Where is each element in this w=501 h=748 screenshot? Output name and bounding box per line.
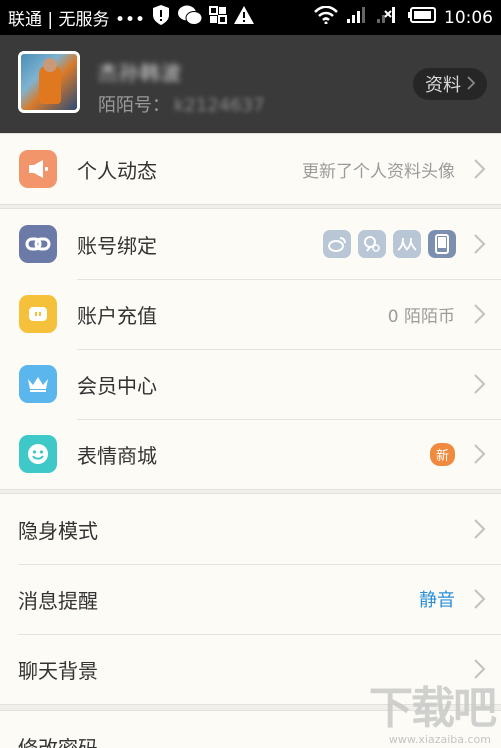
battery-icon — [408, 7, 436, 28]
carrier-text: 联通 | 无服务 ••• — [8, 10, 146, 30]
menu-item-label: 表情商城 — [77, 443, 157, 468]
link-icon — [19, 225, 57, 263]
menu-item-label: 会员中心 — [77, 373, 157, 398]
profile-id-value: k2124637 — [174, 95, 265, 116]
menu-item-emoji-store[interactable]: 表情商城 新 — [0, 419, 501, 489]
menu-item-label: 个人动态 — [77, 158, 157, 183]
watermark-url: www.xiazaiba.com — [388, 733, 491, 746]
grid-app-icon — [209, 6, 228, 29]
renren-icon — [393, 230, 421, 258]
chevron-right-icon — [473, 156, 487, 182]
chevron-right-icon — [473, 371, 487, 397]
profile-name: 杰孙韩波 — [98, 61, 182, 85]
wallet-icon — [19, 295, 57, 333]
phone-icon — [428, 230, 456, 258]
menu-item-label: 聊天背景 — [18, 658, 98, 683]
profile-id-label: 陌陌号： — [98, 95, 170, 116]
status-bar: 联通 | 无服务 ••• 10:06 — [0, 0, 501, 35]
chevron-right-icon — [473, 516, 487, 542]
chevron-right-icon — [473, 441, 487, 467]
weibo-icon — [323, 230, 351, 258]
tencent-weibo-icon — [358, 230, 386, 258]
chevron-right-icon — [473, 301, 487, 327]
profile-detail-label: 资料 — [425, 75, 461, 96]
profile-id: 陌陌号： k2124637 — [98, 91, 265, 117]
megaphone-icon — [19, 150, 57, 188]
menu-item-account-binding[interactable]: 账号绑定 — [0, 209, 501, 279]
menu-item-label: 修改密码 — [18, 735, 98, 748]
menu-item-label: 隐身模式 — [18, 518, 98, 543]
signal-icon — [346, 6, 368, 29]
menu-item-vip-center[interactable]: 会员中心 — [0, 349, 501, 419]
clock-text: 10:06 — [444, 7, 493, 28]
new-badge: 新 — [429, 443, 455, 466]
warning-icon — [233, 5, 255, 30]
smiley-icon — [19, 435, 57, 473]
avatar[interactable] — [18, 51, 80, 113]
menu-item-recharge[interactable]: 账户充值 0 陌陌币 — [0, 279, 501, 349]
menu-item-notifications[interactable]: 消息提醒 静音 — [0, 564, 501, 634]
watermark-logo: 下载吧 — [369, 683, 497, 734]
menu-item-personal-dynamic[interactable]: 个人动态 更新了个人资料头像 — [0, 134, 501, 204]
menu-item-value: 0 陌陌币 — [387, 306, 455, 327]
menu-item-value: 静音 — [419, 590, 455, 611]
menu-group-dynamic: 个人动态 更新了个人资料头像 — [0, 133, 501, 205]
chevron-right-icon — [473, 586, 487, 612]
no-signal-icon — [376, 6, 400, 29]
profile-header[interactable]: 杰孙韩波 陌陌号： k2124637 资料 — [0, 35, 501, 133]
menu-item-value: 更新了个人资料头像 — [302, 161, 455, 182]
profile-detail-button[interactable]: 资料 — [413, 68, 487, 100]
menu-item-stealth-mode[interactable]: 隐身模式 — [0, 494, 501, 564]
wifi-icon — [314, 5, 338, 29]
wechat-icon — [177, 4, 203, 31]
menu-group-account: 账号绑定 账户充值 0 陌陌币 会员中心 表情商城 新 — [0, 208, 501, 490]
menu-item-label: 消息提醒 — [18, 588, 98, 613]
menu-item-label: 账户充值 — [77, 303, 157, 328]
crown-icon — [19, 365, 57, 403]
binding-icons — [323, 230, 456, 258]
chevron-right-icon — [467, 75, 476, 94]
chevron-right-icon — [473, 231, 487, 257]
menu-item-label: 账号绑定 — [77, 233, 157, 258]
shield-icon — [151, 4, 171, 31]
